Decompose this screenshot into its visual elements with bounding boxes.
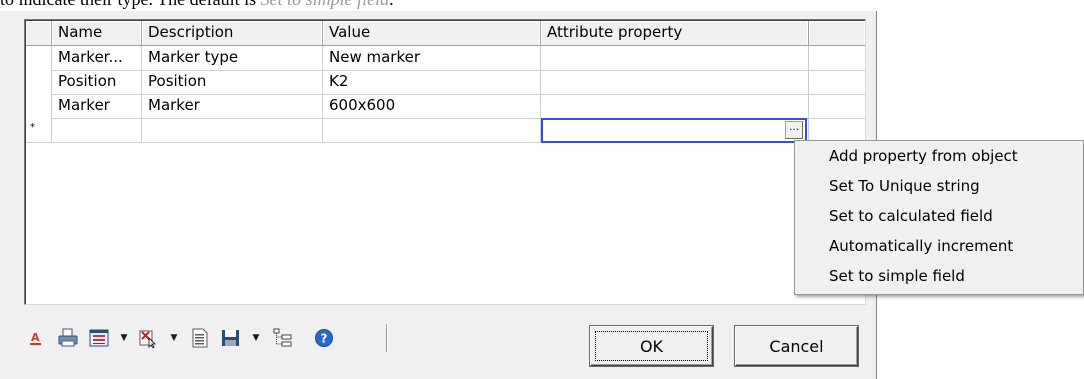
- cell-description[interactable]: Marker: [142, 94, 323, 118]
- cell-description[interactable]: [142, 118, 323, 142]
- save-dropdown-arrow[interactable]: ▼: [250, 328, 262, 348]
- header-description[interactable]: Description: [142, 21, 323, 45]
- cell-attribute[interactable]: [541, 94, 809, 118]
- cell-filler: [809, 118, 865, 142]
- header-selector: [26, 21, 52, 45]
- attribute-editor[interactable]: ...: [541, 118, 807, 143]
- table-row[interactable]: Marker... Marker type New marker: [26, 46, 865, 71]
- header-attribute-property[interactable]: Attribute property: [541, 21, 809, 45]
- toolbar-separator: [386, 324, 387, 352]
- row-selector[interactable]: *: [26, 118, 52, 142]
- cell-value[interactable]: [323, 118, 541, 142]
- row-selector[interactable]: [26, 46, 52, 70]
- header-name[interactable]: Name: [52, 21, 142, 45]
- document-icon[interactable]: [189, 328, 211, 348]
- row-selector[interactable]: [26, 70, 52, 94]
- cell-filler: [809, 94, 865, 118]
- menu-item-simple-field[interactable]: Set to simple field: [829, 262, 965, 290]
- menu-item-auto-increment[interactable]: Automatically increment: [829, 232, 1013, 260]
- cell-attribute[interactable]: [541, 70, 809, 94]
- svg-text:?: ?: [321, 332, 328, 346]
- cell-value[interactable]: 600x600: [323, 94, 541, 118]
- print-icon[interactable]: [57, 328, 79, 348]
- menu-item-unique-string[interactable]: Set To Unique string: [829, 172, 980, 200]
- cell-name[interactable]: Position: [52, 70, 142, 94]
- delete-icon[interactable]: [138, 328, 160, 348]
- cell-value[interactable]: K2: [323, 70, 541, 94]
- cell-name[interactable]: [52, 118, 142, 142]
- cancel-button[interactable]: Cancel: [735, 326, 858, 366]
- table-row[interactable]: Marker Marker 600x600: [26, 94, 865, 119]
- save-icon[interactable]: [220, 328, 242, 348]
- grid-header: Name Description Value Attribute propert…: [26, 21, 865, 46]
- header-value[interactable]: Value: [323, 21, 541, 45]
- table-row[interactable]: Position Position K2: [26, 70, 865, 95]
- cell-name[interactable]: Marker: [52, 94, 142, 118]
- svg-text:A: A: [31, 331, 40, 344]
- menu-item-add-property[interactable]: Add property from object: [829, 142, 1018, 170]
- caption-tail: .: [389, 0, 394, 9]
- attribute-grid: Name Description Value Attribute propert…: [24, 19, 866, 305]
- toolbar: A ▼ ▼ ▼ ?: [24, 318, 564, 358]
- caption-default: Set to simple field: [261, 0, 389, 9]
- ok-button[interactable]: OK: [590, 326, 713, 366]
- cell-value[interactable]: New marker: [323, 46, 541, 70]
- menu-item-calculated-field[interactable]: Set to calculated field: [829, 202, 993, 230]
- new-row-marker: *: [30, 122, 35, 133]
- cell-attribute[interactable]: [541, 46, 809, 70]
- ellipsis-button[interactable]: ...: [785, 121, 803, 139]
- caption-text: to indicate their type. The default is S…: [0, 0, 394, 11]
- delete-dropdown-arrow[interactable]: ▼: [168, 328, 180, 348]
- help-icon[interactable]: ?: [313, 328, 335, 348]
- cell-description[interactable]: Position: [142, 70, 323, 94]
- tree-icon[interactable]: [272, 328, 294, 348]
- row-selector[interactable]: [26, 94, 52, 118]
- caption-lead: to indicate their type. The default is: [0, 0, 261, 9]
- cell-name[interactable]: Marker...: [52, 46, 142, 70]
- view-icon[interactable]: [88, 328, 110, 348]
- cell-filler: [809, 70, 865, 94]
- cell-description[interactable]: Marker type: [142, 46, 323, 70]
- header-filler: [809, 21, 865, 45]
- view-dropdown-arrow[interactable]: ▼: [118, 328, 130, 348]
- context-menu: Add property from object Set To Unique s…: [794, 140, 1084, 295]
- font-color-icon[interactable]: A: [28, 328, 44, 348]
- cell-filler: [809, 46, 865, 70]
